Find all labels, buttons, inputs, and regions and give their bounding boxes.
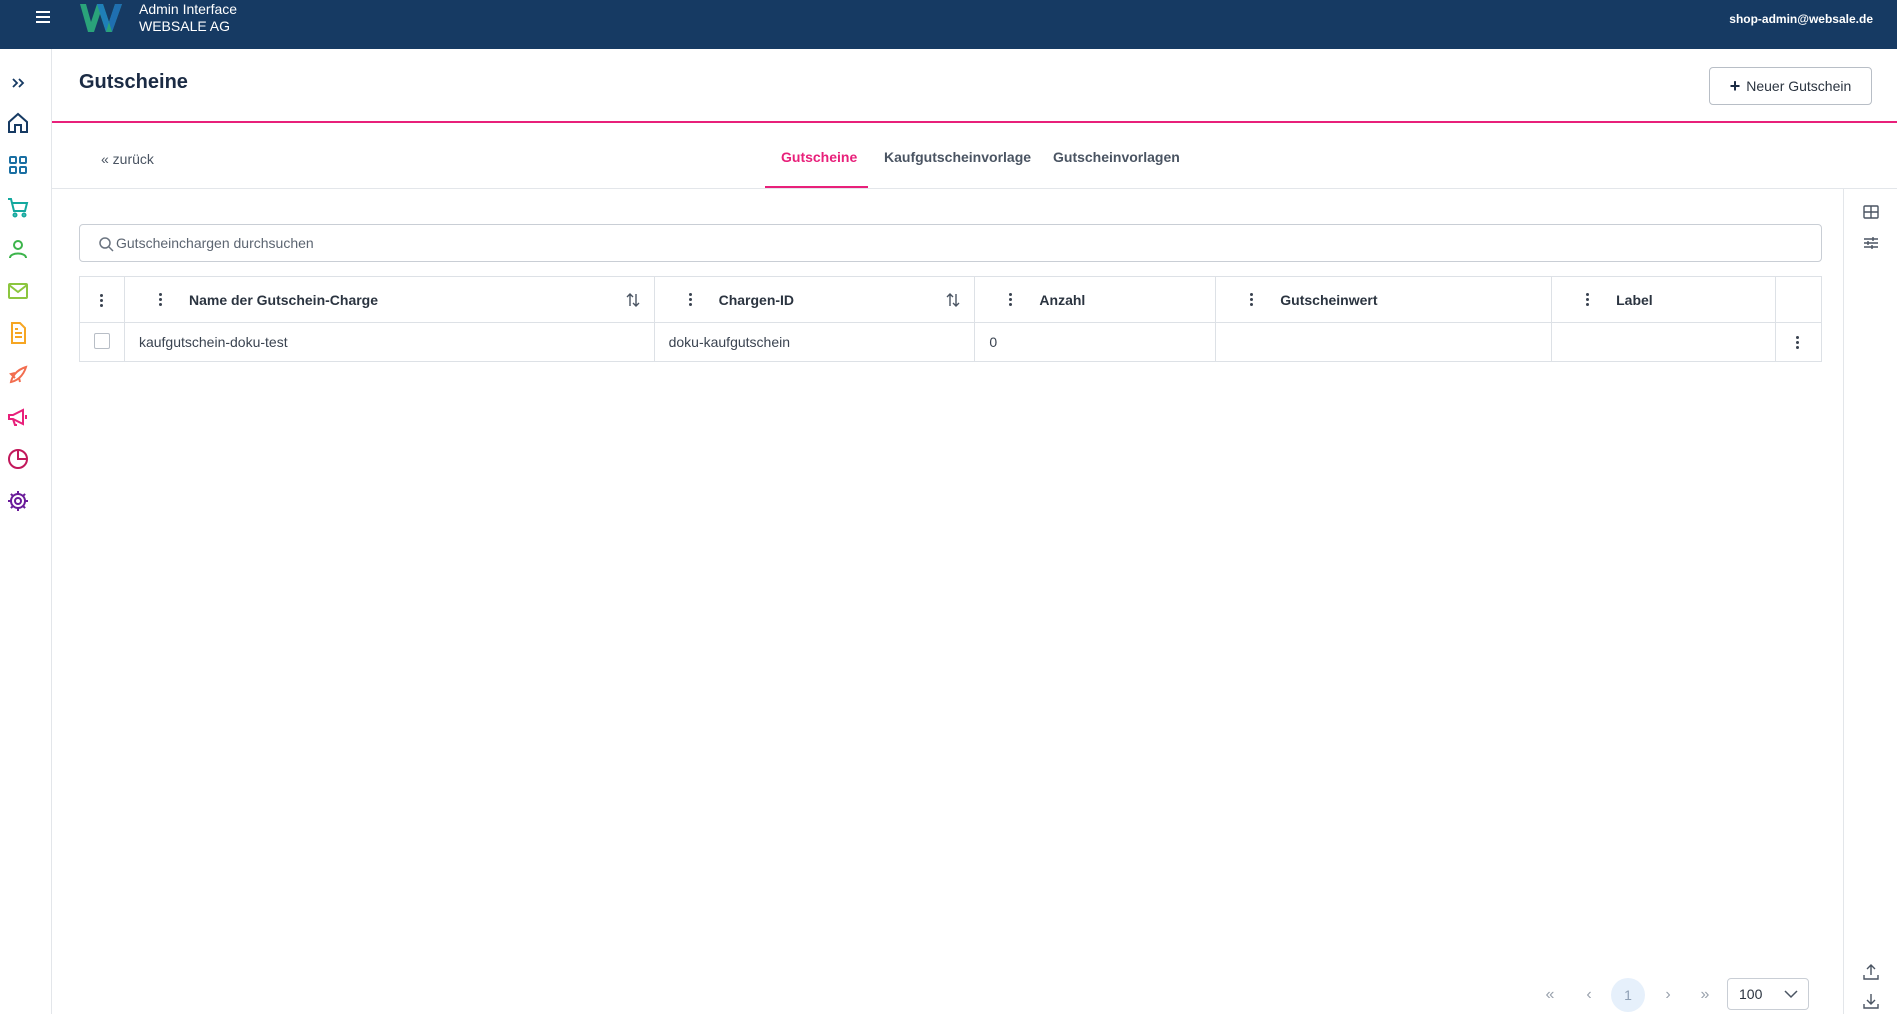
websale-logo — [80, 4, 122, 32]
column-menu-icon[interactable] — [1009, 292, 1013, 307]
pie-chart-icon[interactable] — [6, 447, 30, 471]
column-label: Name der Gutschein-Charge — [188, 291, 379, 308]
table-row[interactable]: kaufgutschein-doku-test doku-kaufgutsche… — [79, 322, 1823, 362]
table-menu-cell — [79, 276, 125, 323]
row-actions-cell — [1774, 322, 1823, 362]
user-email[interactable]: shop-admin@websale.de — [1729, 12, 1873, 26]
voucher-table: Name der Gutschein-Charge Chargen-ID Anz… — [79, 276, 1823, 362]
sort-icon[interactable] — [946, 292, 960, 308]
tab-gutscheine[interactable]: Gutscheine — [781, 149, 857, 165]
mail-icon[interactable] — [6, 279, 30, 303]
column-name: Name der Gutschein-Charge — [123, 276, 655, 323]
column-menu-icon[interactable] — [1250, 292, 1254, 307]
column-label-header: Label — [1551, 276, 1776, 323]
cell-name: kaufgutschein-doku-test — [123, 322, 655, 362]
column-menu-icon[interactable] — [158, 292, 163, 307]
row-select-cell — [79, 322, 125, 362]
home-icon[interactable] — [6, 111, 30, 135]
search-input[interactable] — [116, 231, 1806, 255]
first-page-icon[interactable]: « — [1537, 982, 1563, 1008]
current-page[interactable]: 1 — [1611, 978, 1645, 1012]
dashboard-icon[interactable] — [6, 153, 30, 177]
search-icon — [99, 237, 114, 252]
column-count: Anzahl — [974, 276, 1217, 323]
search-box — [79, 224, 1822, 262]
column-value: Gutscheinwert — [1215, 276, 1553, 323]
brand-line1: Admin Interface — [139, 1, 238, 17]
table-view-icon[interactable] — [1862, 203, 1880, 221]
megaphone-icon[interactable] — [6, 405, 30, 429]
menu-icon[interactable] — [36, 11, 54, 25]
top-bar: Admin Interface WEBSALE AG shop-admin@we… — [0, 0, 1897, 49]
column-label: Label — [1616, 291, 1653, 308]
sort-icon[interactable] — [626, 292, 640, 308]
row-checkbox[interactable] — [93, 332, 110, 349]
plus-icon: + — [1729, 76, 1741, 96]
expand-icon[interactable] — [6, 71, 30, 95]
new-voucher-button[interactable]: + Neuer Gutschein — [1709, 67, 1872, 105]
column-label: Chargen-ID — [718, 291, 795, 308]
rocket-icon[interactable] — [6, 363, 30, 387]
right-toolbar — [1843, 189, 1897, 1014]
actions-header — [1774, 276, 1823, 323]
table-menu-icon[interactable] — [99, 293, 104, 308]
tab-gutscheinvorlagen[interactable]: Gutscheinvorlagen — [1053, 149, 1180, 165]
column-id: Chargen-ID — [653, 276, 976, 323]
row-menu-icon[interactable] — [1796, 336, 1800, 350]
user-icon[interactable] — [6, 237, 30, 261]
new-voucher-label: Neuer Gutschein — [1746, 78, 1852, 94]
chevron-down-icon — [1784, 990, 1798, 999]
brand-line2: WEBSALE AG — [139, 18, 231, 34]
cell-value — [1215, 322, 1553, 362]
last-page-icon[interactable]: » — [1692, 982, 1718, 1008]
prev-page-icon[interactable]: ‹ — [1576, 982, 1602, 1008]
column-menu-icon[interactable] — [1586, 292, 1590, 307]
table-header-row: Name der Gutschein-Charge Chargen-ID Anz… — [79, 276, 1823, 323]
main-content: Name der Gutschein-Charge Chargen-ID Anz… — [52, 189, 1844, 1014]
page-header: Gutscheine + Neuer Gutschein — [52, 49, 1897, 123]
document-icon[interactable] — [6, 321, 30, 345]
sidebar — [0, 49, 52, 1014]
cart-icon[interactable] — [6, 195, 30, 219]
page-size-value: 100 — [1739, 986, 1763, 1002]
brand-text: Admin Interface WEBSALE AG — [139, 1, 237, 35]
tab-kaufgutscheinvorlage[interactable]: Kaufgutscheinvorlage — [884, 149, 1031, 165]
filter-sliders-icon[interactable] — [1862, 234, 1880, 252]
import-icon[interactable] — [1862, 992, 1880, 1010]
next-page-icon[interactable]: › — [1655, 982, 1681, 1008]
page-size-select[interactable]: 100 — [1727, 978, 1809, 1010]
back-link[interactable]: « zurück — [101, 151, 154, 167]
export-icon[interactable] — [1862, 963, 1880, 981]
cell-count: 0 — [974, 322, 1217, 362]
settings-icon[interactable] — [6, 489, 30, 513]
cell-id: doku-kaufgutschein — [653, 322, 976, 362]
tabs-bar: « zurück Gutscheine Kaufgutscheinvorlage… — [52, 123, 1897, 189]
column-label: Anzahl — [1039, 291, 1086, 308]
column-menu-icon[interactable] — [688, 292, 693, 307]
column-label: Gutscheinwert — [1280, 291, 1378, 308]
active-tab-indicator — [765, 186, 868, 188]
cell-label — [1551, 322, 1776, 362]
page-title: Gutscheine — [79, 71, 188, 93]
